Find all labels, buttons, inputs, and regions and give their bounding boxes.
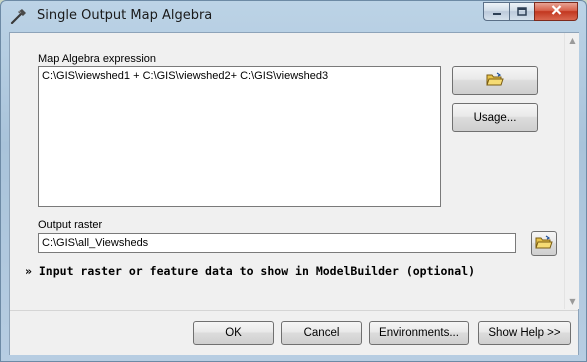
dialog-client-area: Map Algebra expression C:\GIS\viewshed1 …	[9, 32, 579, 355]
cancel-button[interactable]: Cancel	[281, 321, 362, 345]
expression-browse-button[interactable]	[452, 66, 538, 95]
optional-section-toggle[interactable]: » Input raster or feature data to show i…	[25, 264, 475, 278]
dialog-footer: OK Cancel Environments... Show Help >>	[10, 310, 578, 355]
environments-button[interactable]: Environments...	[369, 321, 469, 345]
maximize-icon	[517, 6, 527, 18]
output-raster-label: Output raster	[38, 219, 103, 231]
output-browse-button[interactable]	[531, 231, 557, 256]
expression-textarea[interactable]: C:\GIS\viewshed1 + C:\GIS\viewshed2+ C:\…	[38, 66, 441, 207]
vertical-scrollbar[interactable]: ▲ ▼	[564, 33, 579, 309]
open-folder-icon	[486, 72, 504, 90]
output-raster-input[interactable]: C:\GIS\all_Viewsheds	[38, 233, 516, 253]
close-icon	[551, 5, 562, 18]
scroll-up-icon[interactable]: ▲	[565, 33, 580, 48]
open-folder-icon	[535, 235, 553, 253]
usage-button[interactable]: Usage...	[452, 103, 538, 132]
parameters-panel: Map Algebra expression C:\GIS\viewshed1 …	[10, 33, 563, 309]
window-title: Single Output Map Algebra	[37, 8, 213, 23]
scroll-down-icon[interactable]: ▼	[565, 294, 580, 309]
title-bar[interactable]: Single Output Map Algebra	[1, 1, 586, 31]
expression-label: Map Algebra expression	[38, 53, 157, 65]
minimize-icon	[492, 6, 502, 18]
maximize-button[interactable]	[509, 2, 534, 21]
ok-button[interactable]: OK	[193, 321, 274, 345]
dialog-window: Single Output Map Algebra Map Algebra ex…	[0, 0, 587, 362]
optional-section-label: Input raster or feature data to show in …	[38, 264, 476, 278]
hammer-icon	[10, 8, 28, 25]
double-chevron-down-icon: »	[25, 264, 32, 278]
caption-buttons	[483, 2, 578, 21]
close-button[interactable]	[534, 2, 578, 21]
show-help-button[interactable]: Show Help >>	[478, 321, 571, 345]
minimize-button[interactable]	[483, 2, 509, 21]
